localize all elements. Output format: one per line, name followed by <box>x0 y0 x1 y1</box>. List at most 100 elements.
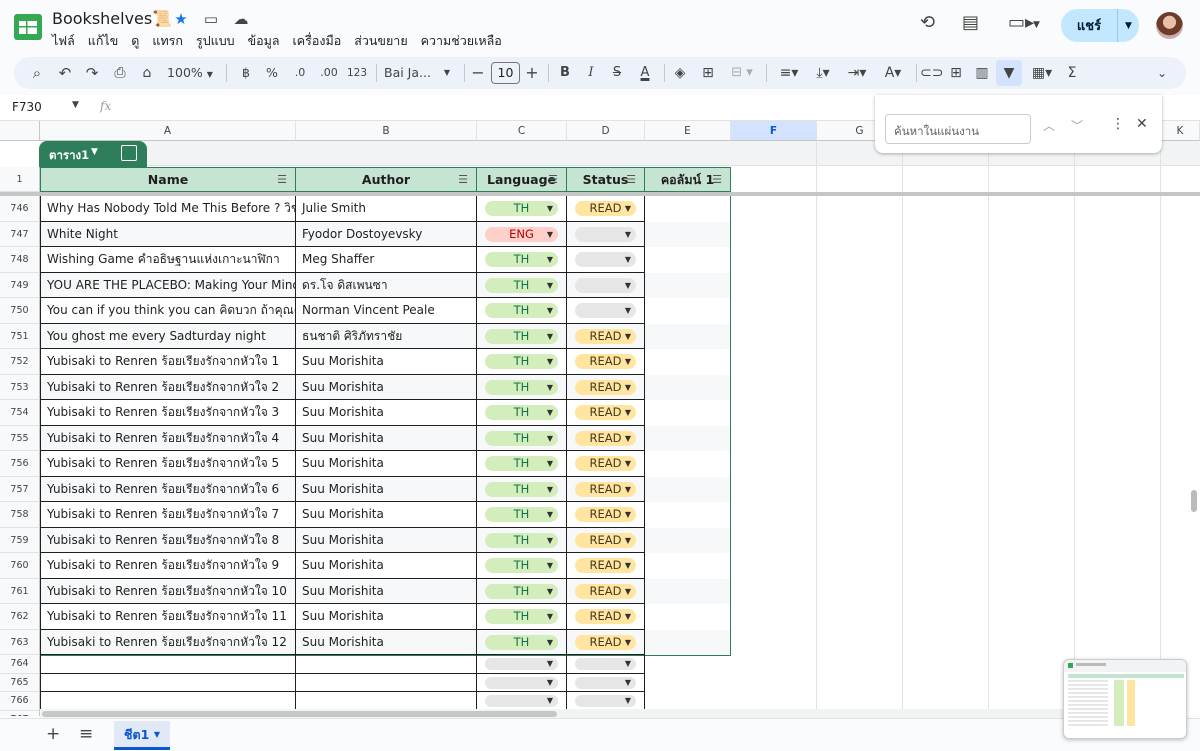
cell-name[interactable]: Yubisaki to Renren ร้อยเรียงรักจากหัวใจ … <box>40 425 296 451</box>
chip-dropdown-icon[interactable]: ▼ <box>625 507 631 522</box>
cell-column-1[interactable] <box>645 502 731 528</box>
cell-author[interactable]: Suu Morishita <box>296 578 477 604</box>
cell-name[interactable]: Yubisaki to Renren ร้อยเรียงรักจากหัวใจ … <box>40 476 296 502</box>
strikethrough-button[interactable]: S <box>608 57 626 89</box>
cell-author[interactable]: Suu Morishita <box>296 527 477 553</box>
cell-author[interactable]: ดร.โจ ดิสเพนซา <box>296 272 477 298</box>
horizontal-scrollbar[interactable] <box>40 709 1065 718</box>
language-chip[interactable]: TH ▼ <box>485 252 558 267</box>
row-header[interactable]: 759 <box>0 527 40 553</box>
cell-author[interactable]: Norman Vincent Peale <box>296 298 477 324</box>
cell-column-1[interactable] <box>645 451 731 477</box>
status-chip[interactable]: READ ▼ <box>575 456 636 471</box>
column-filter-icon[interactable]: ☰ <box>458 168 468 192</box>
chip-dropdown-icon[interactable]: ▼ <box>625 635 631 650</box>
row-header[interactable]: 751 <box>0 323 40 349</box>
font-size-input[interactable]: 10 <box>491 62 520 84</box>
decrease-font-size-icon[interactable]: − <box>470 57 486 89</box>
language-chip[interactable]: TH ▼ <box>485 379 558 395</box>
language-chip[interactable]: ENG ▼ <box>485 226 558 242</box>
cell-status[interactable]: ▼ <box>567 272 645 298</box>
version-history-icon[interactable]: ⟲ <box>920 12 935 33</box>
status-chip[interactable]: READ ▼ <box>575 558 636 573</box>
cell-language[interactable]: TH ▼ <box>477 553 567 579</box>
document-title[interactable]: Bookshelves📜 <box>52 9 172 28</box>
cell-name[interactable]: Yubisaki to Renren ร้อยเรียงรักจากหัวใจ … <box>40 629 296 655</box>
italic-button[interactable]: I <box>582 57 600 89</box>
row-header[interactable]: 749 <box>0 272 40 298</box>
chip-dropdown-icon[interactable]: ▼ <box>547 354 553 369</box>
cell-status[interactable]: READ ▼ <box>567 323 645 349</box>
table-name-chip[interactable]: ตาราง1 ▼ <box>39 141 147 167</box>
cell-status[interactable]: ▼ <box>567 247 645 273</box>
cell-author[interactable]: Suu Morishita <box>296 604 477 630</box>
close-icon[interactable]: ✕ <box>1136 116 1148 132</box>
chip-dropdown-icon[interactable]: ▼ <box>547 635 553 650</box>
column-header-d[interactable]: D <box>567 121 645 141</box>
cell-column-1[interactable] <box>645 323 731 349</box>
chip-dropdown-icon[interactable]: ▼ <box>625 695 631 707</box>
cell-status[interactable]: READ ▼ <box>567 604 645 630</box>
decrease-decimal-button[interactable]: .0 <box>288 57 312 89</box>
cell-author[interactable]: Suu Morishita <box>296 451 477 477</box>
zoom-select[interactable]: 100% ▼ <box>166 57 214 89</box>
cell-column-1[interactable] <box>645 400 731 426</box>
language-chip[interactable]: TH ▼ <box>485 430 558 446</box>
cell-status[interactable]: READ ▼ <box>567 476 645 502</box>
header-author[interactable]: Author ☰ <box>296 167 477 192</box>
empty-cell[interactable]: ▼ <box>567 692 645 711</box>
header-name[interactable]: Name ☰ <box>40 167 296 192</box>
cell-name[interactable]: You can if you think you can คิดบวก ถ้าค… <box>40 298 296 324</box>
chip-dropdown-icon[interactable]: ▼ <box>625 558 631 573</box>
more-formats-button[interactable]: 123 <box>346 57 368 89</box>
row-header[interactable]: 1 <box>0 167 40 192</box>
cell-author[interactable]: Fyodor Dostoyevsky <box>296 221 477 247</box>
table-grid-icon[interactable] <box>121 145 137 161</box>
cell-language[interactable]: TH ▼ <box>477 578 567 604</box>
cell-language[interactable]: TH ▼ <box>477 349 567 375</box>
language-chip[interactable]: TH ▼ <box>485 277 558 293</box>
merge-cells-icon[interactable]: ⊟ ▾ <box>726 57 758 89</box>
increase-decimal-button[interactable]: .00 <box>316 57 342 89</box>
cell-column-1[interactable] <box>645 349 731 375</box>
sheets-logo-icon[interactable] <box>14 14 42 40</box>
cell-author[interactable]: Suu Morishita <box>296 349 477 375</box>
cell-status[interactable]: READ ▼ <box>567 400 645 426</box>
column-filter-icon[interactable]: ☰ <box>548 168 558 192</box>
row-header[interactable]: 752 <box>0 349 40 375</box>
status-chip[interactable]: READ ▼ <box>575 405 636 420</box>
cell-name[interactable]: Yubisaki to Renren ร้อยเรียงรักจากหัวใจ … <box>40 604 296 630</box>
search-menus-icon[interactable]: ⌕ <box>26 57 48 89</box>
cell-name[interactable]: Yubisaki to Renren ร้อยเรียงรักจากหัวใจ … <box>40 578 296 604</box>
previous-match-icon[interactable]: ︿ <box>1043 117 1055 134</box>
cell-status[interactable]: ▼ <box>567 298 645 324</box>
share-button[interactable]: แชร์ ▼ <box>1061 9 1139 42</box>
status-chip[interactable]: READ ▼ <box>575 481 636 497</box>
status-chip[interactable]: READ ▼ <box>575 583 636 599</box>
status-chip[interactable]: READ ▼ <box>575 379 636 395</box>
select-all-corner[interactable] <box>0 121 40 141</box>
text-wrapping-icon[interactable]: ⇥▾ <box>842 57 872 89</box>
sheet-grid[interactable]: ABCDEFGHIJK ตาราง1 ▼ 1 Name☰Author☰Langu… <box>0 121 1200 716</box>
horizontal-align-icon[interactable]: ≡▾ <box>774 57 804 89</box>
chip-dropdown-icon[interactable]: ▼ <box>625 456 631 471</box>
cell-column-1[interactable] <box>645 221 731 247</box>
menu-file[interactable]: ไฟล์ <box>52 31 75 51</box>
cell-language[interactable]: TH ▼ <box>477 476 567 502</box>
row-header[interactable]: 750 <box>0 298 40 324</box>
cell-name[interactable]: Yubisaki to Renren ร้อยเรียงรักจากหัวใจ … <box>40 451 296 477</box>
empty-cell[interactable] <box>296 673 477 692</box>
menu-help[interactable]: ความช่วยเหลือ <box>421 31 502 51</box>
cell-column-1[interactable] <box>645 604 731 630</box>
move-folder-icon[interactable]: ▭ <box>202 10 220 28</box>
chip-dropdown-icon[interactable]: ▼ <box>625 252 631 267</box>
redo-icon[interactable]: ↷ <box>81 57 103 89</box>
cell-language[interactable]: TH ▼ <box>477 502 567 528</box>
row-header[interactable]: 755 <box>0 425 40 451</box>
cell-status[interactable]: READ ▼ <box>567 527 645 553</box>
cell-language[interactable]: TH ▼ <box>477 247 567 273</box>
cell-name[interactable]: You ghost me every Sadturday night <box>40 323 296 349</box>
chip-dropdown-icon[interactable]: ▼ <box>625 227 631 242</box>
cell-name[interactable]: Yubisaki to Renren ร้อยเรียงรักจากหัวใจ … <box>40 527 296 553</box>
chip-dropdown-icon[interactable]: ▼ <box>625 533 631 548</box>
